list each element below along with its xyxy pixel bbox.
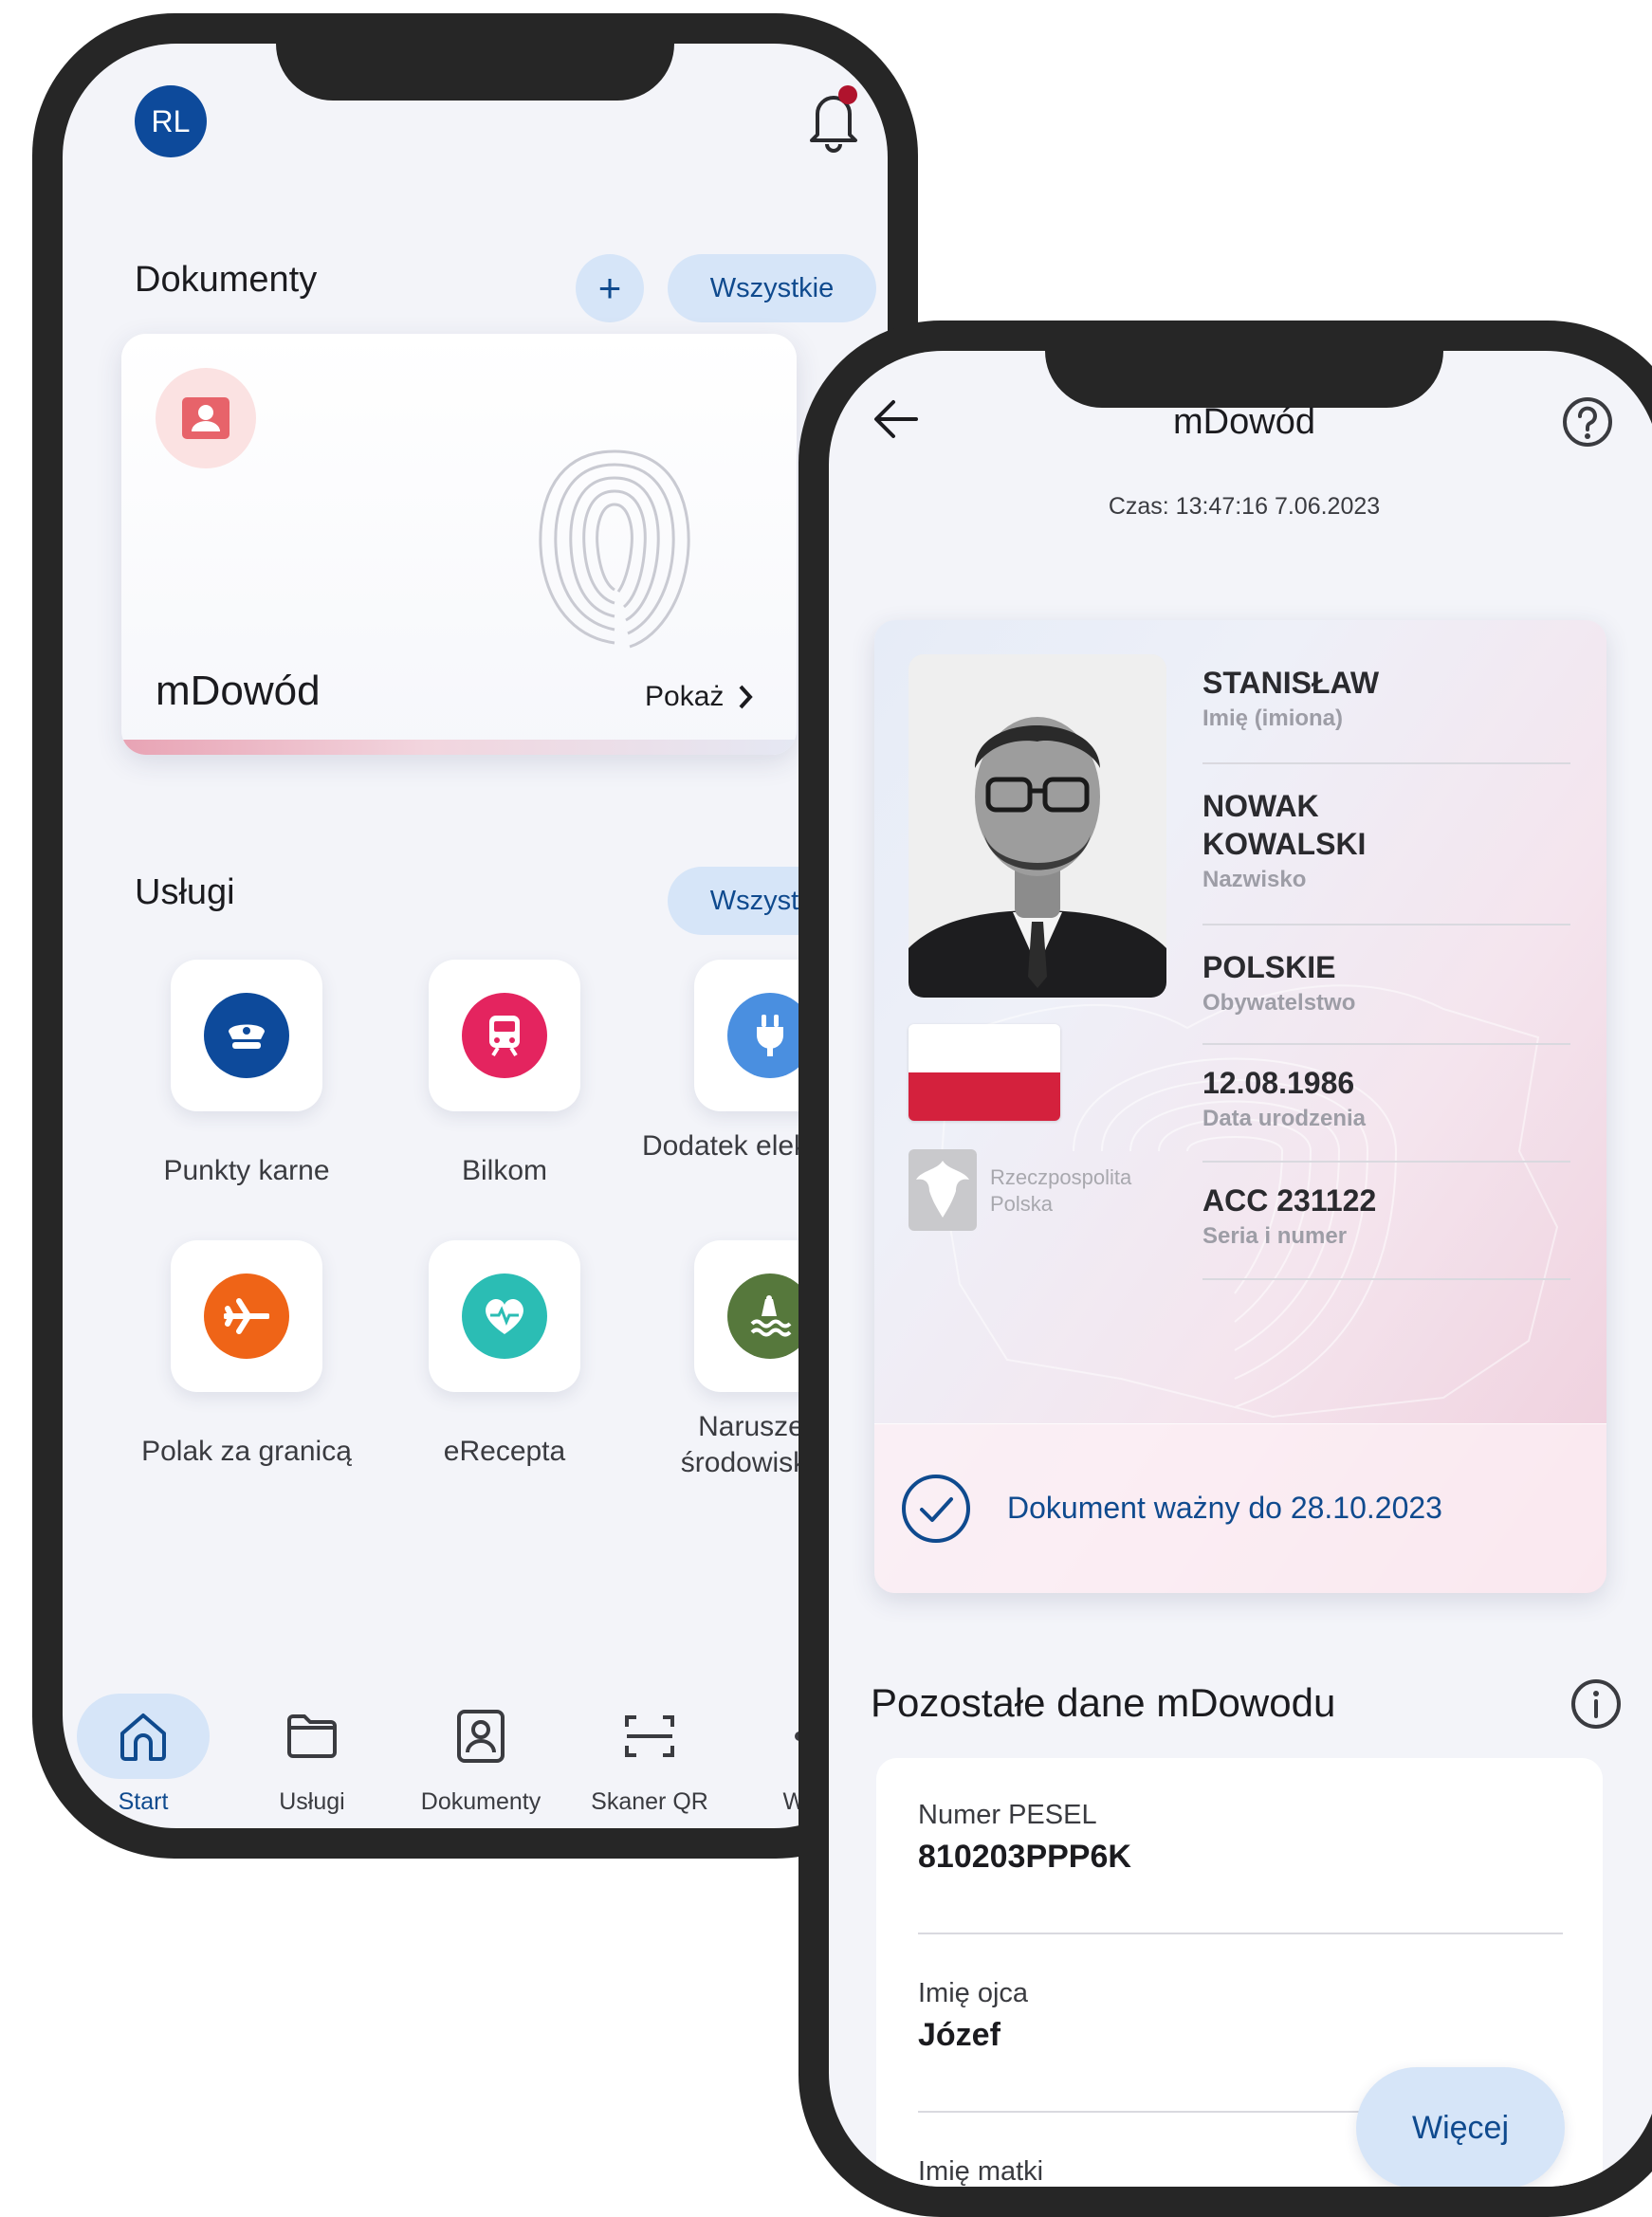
data-value: 810203PPP6K [918, 1839, 1131, 1875]
data-value: Józef [918, 2017, 1000, 2053]
phone-notch [276, 44, 674, 101]
bottom-navigation: Start Usługi Dokumenty Skaner QR [63, 1694, 888, 1828]
field-first-name: STANISŁAW Imię (imiona) [1202, 664, 1570, 764]
service-tile-polak-za-granica[interactable] [171, 1240, 322, 1392]
airplane-icon [204, 1273, 289, 1359]
timestamp: Czas: 13:47:16 7.06.2023 [1108, 493, 1381, 520]
data-label: Imię ojca [918, 1978, 1029, 2008]
help-icon[interactable] [1562, 396, 1613, 448]
card-accent-bar [121, 740, 797, 755]
service-label: Bilkom [461, 1155, 547, 1186]
id-document-icon [156, 368, 256, 468]
services-heading: Usługi [135, 872, 235, 912]
heart-pulse-icon [462, 1273, 547, 1359]
field-value: 12.08.1986 [1202, 1066, 1355, 1100]
notification-bell-icon[interactable] [800, 82, 867, 156]
data-row-pesel: Numer PESEL 810203PPP6K [918, 1800, 1563, 1876]
validity-text: Dokument ważny do 28.10.2023 [1007, 1491, 1442, 1525]
home-screen: RL Dokumenty + Wszystkie mDowód Pokaż Us… [63, 44, 888, 1828]
field-label: Imię (imiona) [1202, 705, 1344, 731]
field-value: POLSKIE [1202, 950, 1336, 984]
data-label: Numer PESEL [918, 1800, 1097, 1830]
more-button[interactable]: Więcej [1356, 2067, 1565, 2187]
id-photo [909, 654, 1166, 998]
fingerprint-icon [539, 449, 690, 649]
validity-footer: Dokument ważny do 28.10.2023 [874, 1423, 1606, 1593]
mdowod-card[interactable]: mDowód Pokaż [121, 334, 797, 755]
data-row-father-name: Imię ojca Józef [918, 1978, 1563, 2054]
page-title: mDowód [1173, 402, 1315, 442]
home-icon [77, 1694, 210, 1779]
other-data-heading: Pozostałe dane mDowodu [871, 1680, 1336, 1725]
field-value: ACC 231122 [1202, 1183, 1377, 1218]
id-document-card: Rzeczpospolita Polska STANISŁAW Imię (im… [874, 620, 1606, 1593]
info-icon[interactable] [1570, 1678, 1622, 1730]
service-label: Polak za granicą [141, 1436, 352, 1467]
polish-flag [909, 1024, 1060, 1121]
qr-scan-icon [583, 1694, 716, 1779]
nav-label: Start [118, 1788, 169, 1815]
service-label: eRecepta [443, 1436, 566, 1467]
nav-skaner-qr[interactable]: Skaner QR [569, 1694, 730, 1816]
field-document-number: ACC 231122 Seria i numer [1202, 1182, 1570, 1280]
nav-label: Skaner QR [591, 1788, 708, 1815]
field-value: NOWAK KOWALSKI [1202, 789, 1367, 861]
check-circle-icon [902, 1475, 970, 1543]
country-name: Rzeczpospolita Polska [990, 1165, 1132, 1216]
chevron-right-icon [739, 685, 754, 709]
nav-label: Dokumenty [420, 1788, 541, 1815]
field-label: Obywatelstwo [1202, 990, 1356, 1016]
service-tile-punkty-karne[interactable] [171, 960, 322, 1111]
train-icon [462, 993, 547, 1078]
documents-heading: Dokumenty [135, 260, 318, 300]
service-label: Punkty karne [163, 1155, 330, 1186]
field-label: Nazwisko [1202, 867, 1307, 892]
document-title: mDowód [156, 668, 321, 714]
nav-dokumenty[interactable]: Dokumenty [400, 1694, 561, 1816]
add-document-button[interactable]: + [576, 254, 644, 322]
all-documents-button[interactable]: Wszystkie [668, 254, 876, 322]
folder-icon [246, 1694, 378, 1779]
avatar[interactable]: RL [135, 85, 207, 157]
service-tile-bilkom[interactable] [429, 960, 580, 1111]
field-citizenship: POLSKIE Obywatelstwo [1202, 948, 1570, 1045]
show-document-button[interactable]: Pokaż [645, 681, 754, 713]
field-birth-date: 12.08.1986 Data urodzenia [1202, 1064, 1570, 1163]
divider [918, 1933, 1563, 1934]
phone-id-screen: mDowód Czas: 13:47:16 7.06.2023 Rzeczpos… [798, 321, 1652, 2217]
service-tile-erecepta[interactable] [429, 1240, 580, 1392]
eagle-emblem-icon [909, 1149, 977, 1231]
field-surname: NOWAK KOWALSKI Nazwisko [1202, 787, 1570, 925]
nav-uslugi[interactable]: Usługi [231, 1694, 393, 1816]
field-label: Seria i numer [1202, 1223, 1348, 1249]
phone-notch [1045, 351, 1443, 408]
phone-home-screen: RL Dokumenty + Wszystkie mDowód Pokaż Us… [32, 13, 918, 1859]
nav-label: Usługi [279, 1788, 345, 1815]
id-screen: mDowód Czas: 13:47:16 7.06.2023 Rzeczpos… [829, 351, 1652, 2187]
nav-start[interactable]: Start [63, 1694, 224, 1816]
field-label: Data urodzenia [1202, 1106, 1367, 1131]
show-label: Pokaż [645, 681, 725, 712]
id-card-icon [414, 1694, 547, 1779]
police-cap-icon [204, 993, 289, 1078]
field-value: STANISŁAW [1202, 666, 1380, 700]
